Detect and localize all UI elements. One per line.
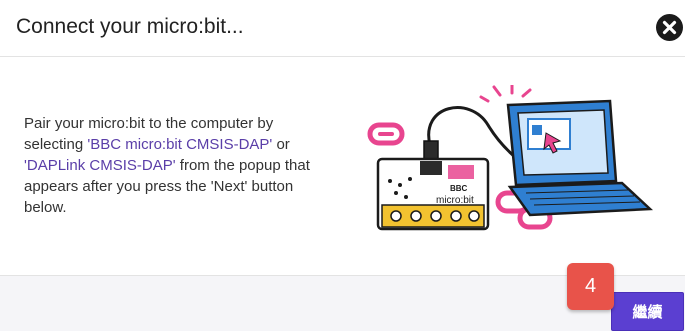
laptop-icon bbox=[506, 99, 654, 217]
pairing-illustration: BBC micro:bit bbox=[367, 85, 654, 231]
daplink-device-name: 'DAPLink CMSIS-DAP' bbox=[24, 157, 176, 174]
microbit-board: BBC micro:bit bbox=[376, 157, 490, 231]
instructions-text-2: or bbox=[272, 136, 290, 153]
bbc-device-name: 'BBC micro:bit CMSIS-DAP' bbox=[87, 136, 273, 153]
step-badge: 4 bbox=[567, 263, 614, 310]
dialog-title: Connect your micro:bit... bbox=[16, 15, 244, 38]
close-button[interactable] bbox=[656, 14, 683, 41]
pink-link-icon bbox=[367, 122, 405, 146]
next-button[interactable]: 繼續 bbox=[611, 292, 684, 331]
connect-dialog: Connect your micro:bit... Pair your micr… bbox=[0, 0, 685, 331]
board-label: micro:bit bbox=[436, 195, 474, 206]
board-brand: BBC bbox=[450, 184, 468, 193]
spark-lines bbox=[479, 85, 532, 103]
dialog-header: Connect your micro:bit... bbox=[0, 0, 685, 57]
dialog-content: Pair your micro:bit to the computer by s… bbox=[0, 57, 685, 275]
close-icon bbox=[662, 20, 677, 35]
pairing-instructions: Pair your micro:bit to the computer by s… bbox=[24, 113, 324, 218]
